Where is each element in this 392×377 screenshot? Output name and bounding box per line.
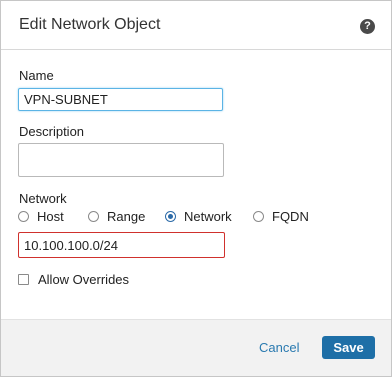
radio-range[interactable]: Range (88, 208, 145, 224)
question-circle-icon[interactable]: ? (360, 19, 375, 34)
name-input[interactable] (18, 88, 223, 111)
radio-fqdn-label: FQDN (272, 208, 309, 224)
name-label: Name (19, 68, 54, 83)
radio-range-label: Range (107, 208, 146, 224)
dialog-header: Edit Network Object ? (1, 1, 391, 50)
radio-host[interactable]: Host (18, 208, 64, 224)
description-input[interactable] (18, 143, 224, 177)
radio-network-label: Network (184, 208, 232, 224)
save-button[interactable]: Save (322, 336, 375, 359)
radio-network-circle[interactable] (165, 210, 176, 222)
dialog-footer: Cancel Save (1, 319, 391, 376)
cancel-button[interactable]: Cancel (259, 340, 299, 355)
radio-fqdn-circle[interactable] (253, 210, 264, 222)
allow-overrides-label: Allow Overrides (38, 271, 130, 287)
description-label: Description (19, 124, 85, 139)
radio-host-circle[interactable] (18, 210, 29, 222)
dialog-title: Edit Network Object (19, 16, 161, 33)
allow-overrides-row[interactable]: Allow Overrides (18, 271, 129, 287)
radio-host-label: Host (37, 208, 64, 224)
edit-network-object-dialog: Edit Network Object ? Name Description N… (0, 0, 392, 377)
radio-network[interactable]: Network (165, 208, 232, 224)
radio-fqdn[interactable]: FQDN (253, 208, 309, 224)
radio-range-circle[interactable] (88, 210, 99, 222)
network-label: Network (19, 191, 67, 206)
allow-overrides-checkbox[interactable] (18, 273, 29, 285)
network-value-input[interactable] (18, 232, 225, 258)
